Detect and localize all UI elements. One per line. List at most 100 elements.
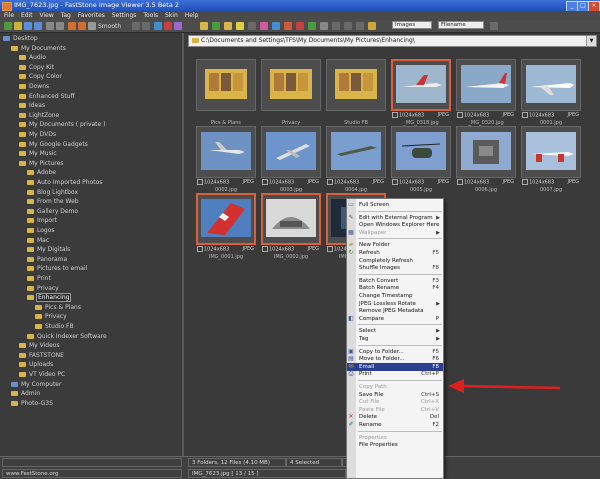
menu-help[interactable]: Help bbox=[185, 12, 199, 19]
trash-toolbar-icon[interactable] bbox=[296, 22, 304, 30]
menu-tag[interactable]: Tag bbox=[61, 12, 71, 19]
menu-item-tag[interactable]: Tag ▶ bbox=[347, 335, 443, 343]
tree-node[interactable]: Photo-G3S bbox=[11, 400, 53, 408]
tree-node[interactable]: Gallery Demo bbox=[27, 208, 78, 216]
thumbnail[interactable]: Studio FB bbox=[326, 59, 386, 126]
sort-combo[interactable]: Filename bbox=[438, 21, 484, 29]
thumbnail[interactable]: 1024x683 JPEG 0001.jpg bbox=[521, 59, 581, 126]
menu-edit[interactable]: Edit bbox=[21, 12, 33, 19]
effects-icon[interactable] bbox=[174, 22, 182, 30]
tree-node[interactable]: Import bbox=[27, 217, 57, 225]
tree-node[interactable]: LightZone bbox=[19, 112, 59, 120]
settings-toolbar-icon[interactable] bbox=[320, 22, 328, 30]
email-toolbar-icon[interactable] bbox=[260, 22, 268, 30]
tree-node[interactable]: Admin bbox=[11, 390, 40, 398]
star-icon[interactable] bbox=[236, 22, 244, 30]
tree-node[interactable]: My Google Gadgets bbox=[19, 141, 88, 149]
thumbnail[interactable]: 1024x683 JPEG 0003.jpg bbox=[261, 126, 321, 193]
thumbnail-checkbox[interactable] bbox=[262, 246, 268, 252]
rename-toolbar-icon[interactable] bbox=[284, 22, 292, 30]
thumbnail-checkbox[interactable] bbox=[457, 179, 463, 185]
view-mode-icon[interactable] bbox=[332, 22, 340, 30]
tree-node[interactable]: Blog Lightbox bbox=[27, 189, 78, 197]
thumbnail[interactable]: 1024x683 JPEG IMG_0001.jpg bbox=[196, 193, 256, 260]
tree-node[interactable]: My Pictures bbox=[19, 160, 63, 168]
tree-node[interactable]: My DVDs bbox=[19, 131, 56, 139]
tree-node[interactable]: Uploads bbox=[19, 361, 53, 369]
tree-node[interactable]: My Music bbox=[19, 150, 57, 158]
tree-node[interactable]: My Documents ( private ) bbox=[19, 121, 105, 129]
thumb-size-icon[interactable] bbox=[356, 22, 364, 30]
thumbnail-checkbox[interactable] bbox=[522, 179, 528, 185]
sort-icon[interactable] bbox=[368, 22, 376, 30]
delete-toolbar-icon[interactable] bbox=[164, 22, 172, 30]
menu-item-shuffle-images[interactable]: Shuffle Images F8 bbox=[347, 264, 443, 272]
thumbnail-checkbox[interactable] bbox=[457, 112, 463, 118]
fit-icon[interactable] bbox=[132, 22, 140, 30]
tree-node[interactable]: Copy Kit bbox=[19, 64, 54, 72]
thumbnail[interactable]: 1024x683 JPEG _MG_0320.jpg bbox=[456, 59, 516, 126]
tree-node[interactable]: Privacy bbox=[35, 313, 67, 321]
thumbnail[interactable]: 1024x683 JPEG IMG_0002.jpg bbox=[261, 193, 321, 260]
back-icon[interactable] bbox=[24, 22, 32, 30]
zoom-out-icon[interactable] bbox=[56, 22, 64, 30]
folder-icon[interactable] bbox=[14, 22, 22, 30]
thumbnail-checkbox[interactable] bbox=[262, 179, 268, 185]
tree-node[interactable]: Audio bbox=[19, 54, 46, 62]
tree-node[interactable]: My Digitals bbox=[27, 246, 70, 254]
convert-toolbar-icon[interactable] bbox=[308, 22, 316, 30]
tree-node[interactable]: My Documents bbox=[11, 45, 66, 53]
smooth-checkbox[interactable] bbox=[88, 22, 96, 30]
tree-node[interactable]: Logos bbox=[27, 227, 55, 235]
path-combo[interactable]: C:\Documents and Settings\TFS\My Documen… bbox=[188, 35, 597, 47]
rotate-left-icon[interactable] bbox=[68, 22, 76, 30]
chevron-down-icon[interactable]: ▼ bbox=[586, 36, 596, 46]
menu-item-full-screen[interactable]: ▭ Full Screen bbox=[347, 201, 443, 209]
thumbnail[interactable]: 1024x683 JPEG 0005.jpg bbox=[391, 126, 451, 193]
tree-node[interactable]: Quick Indexer Software bbox=[27, 333, 107, 341]
slideshow-icon[interactable] bbox=[154, 22, 162, 30]
details-icon[interactable] bbox=[344, 22, 352, 30]
thumbnail[interactable]: Pics & Plans bbox=[196, 59, 256, 126]
thumbnail[interactable]: 1024x683 JPEG _MG_0318.jpg bbox=[391, 59, 451, 126]
zoom-in-icon[interactable] bbox=[46, 22, 54, 30]
compare-toolbar-icon[interactable] bbox=[248, 22, 256, 30]
thumb-folder-icon[interactable] bbox=[200, 22, 208, 30]
tree-node[interactable]: Enhanced Stuff bbox=[19, 93, 75, 101]
tree-node[interactable]: Copy Color bbox=[19, 73, 62, 81]
tree-node[interactable]: Mac bbox=[27, 237, 49, 245]
tree-node[interactable]: Downs bbox=[19, 83, 49, 91]
thumbnail-checkbox[interactable] bbox=[392, 179, 398, 185]
thumbnail[interactable]: Privacy bbox=[261, 59, 321, 126]
rotate-right-icon[interactable] bbox=[78, 22, 86, 30]
thumbnail-checkbox[interactable] bbox=[197, 246, 203, 252]
tree-node[interactable]: Privacy bbox=[27, 285, 59, 293]
tree-node[interactable]: Print bbox=[27, 275, 51, 283]
thumbnail-checkbox[interactable] bbox=[392, 112, 398, 118]
tree-node[interactable]: Adobe bbox=[27, 169, 56, 177]
menu-tools[interactable]: Tools bbox=[143, 12, 158, 19]
sort-order-icon[interactable] bbox=[490, 22, 498, 30]
tree-node[interactable]: Ideas bbox=[19, 102, 45, 110]
tree-node[interactable]: Auto Imported Photos bbox=[27, 179, 102, 187]
view-filter-combo[interactable]: Images bbox=[392, 21, 432, 29]
tree-node[interactable]: My Computer bbox=[11, 381, 61, 389]
up-folder-icon[interactable] bbox=[212, 22, 220, 30]
menu-item-compare[interactable]: ◧ Compare P bbox=[347, 315, 443, 323]
tree-node[interactable]: Enhancing bbox=[27, 293, 72, 303]
print-toolbar-icon[interactable] bbox=[272, 22, 280, 30]
menu-settings[interactable]: Settings bbox=[112, 12, 137, 19]
thumbnail-checkbox[interactable] bbox=[197, 179, 203, 185]
tree-node[interactable]: Panorama bbox=[27, 256, 67, 264]
menu-skin[interactable]: Skin bbox=[165, 12, 178, 19]
forward-icon[interactable] bbox=[34, 22, 42, 30]
tree-node[interactable]: Pics & Plans bbox=[35, 304, 81, 312]
tree-node[interactable]: FASTSTONE bbox=[19, 352, 64, 360]
thumbnail-checkbox[interactable] bbox=[327, 179, 333, 185]
menu-file[interactable]: File bbox=[4, 12, 14, 19]
tree-node[interactable]: VT Video PC bbox=[19, 371, 65, 379]
folder-tree[interactable]: Desktop My Documents Audio Copy Kit Copy Col… bbox=[0, 33, 184, 456]
menu-item-print[interactable]: ⎙ Print Ctrl+P bbox=[347, 370, 443, 378]
tree-node[interactable]: Desktop bbox=[3, 35, 38, 43]
thumbnail[interactable]: 1024x683 JPEG 0004.jpg bbox=[326, 126, 386, 193]
